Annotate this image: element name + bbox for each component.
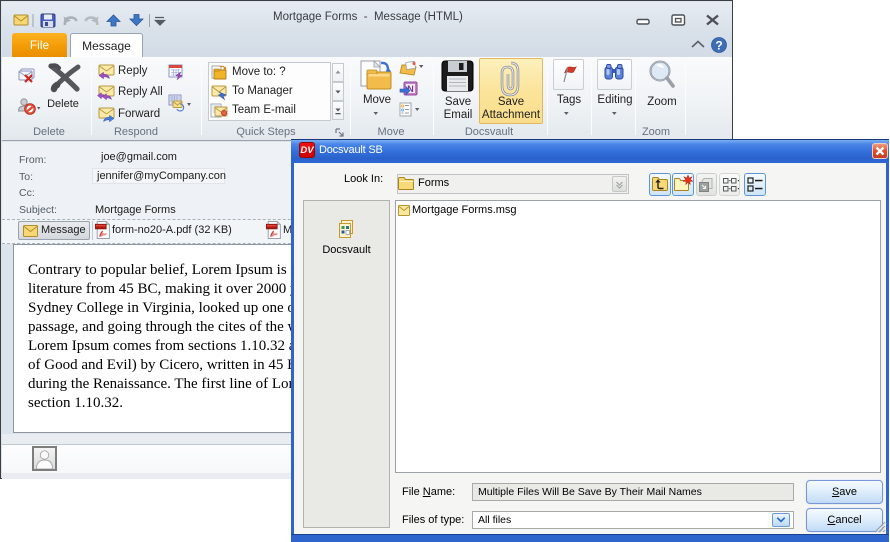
svg-text:Team E-mail: Team E-mail: [232, 104, 296, 116]
svg-text:Reply All: Reply All: [118, 86, 163, 98]
svg-text:Zoom: Zoom: [647, 96, 676, 108]
svg-text:Forward: Forward: [118, 108, 160, 120]
svg-text:Move: Move: [363, 94, 391, 106]
svg-text:Reply: Reply: [118, 65, 148, 77]
svg-text:?: ?: [715, 39, 722, 53]
svg-text:Save: Save: [445, 96, 471, 108]
svg-text:Delete: Delete: [47, 98, 79, 110]
svg-text:Email: Email: [444, 109, 473, 121]
svg-text:Attachment: Attachment: [482, 109, 541, 121]
svg-text:Move to: ?: Move to: ?: [232, 66, 286, 78]
svg-text:Save: Save: [498, 96, 524, 108]
svg-text:To Manager: To Manager: [232, 85, 293, 97]
